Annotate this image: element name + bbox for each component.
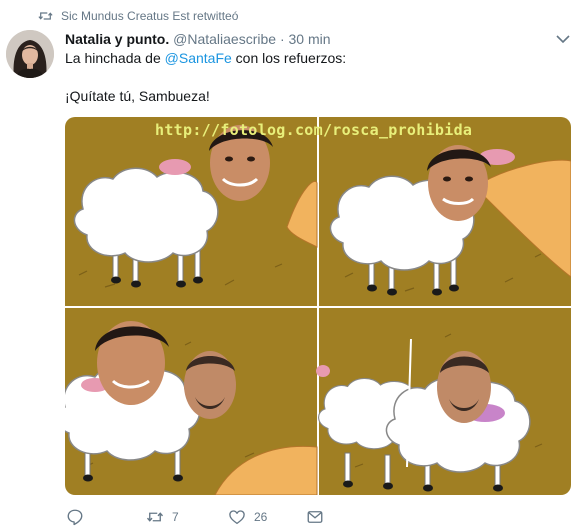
header-separator: · <box>279 31 285 47</box>
retweet-context-text[interactable]: Sic Mundus Creatus Est retwitteó <box>61 9 238 23</box>
tweet-text-prefix: La hinchada de <box>65 50 165 66</box>
retweet-icon <box>38 12 53 20</box>
mail-icon <box>307 511 323 523</box>
tweet-media[interactable]: http://fotolog.com/rosca_prohibida <box>65 117 571 495</box>
meme-image <box>65 117 571 495</box>
tweet-timestamp[interactable]: 30 min <box>289 31 331 47</box>
retweet-context: Sic Mundus Creatus Est retwitteó <box>38 8 238 24</box>
retweet-count: 7 <box>172 510 179 524</box>
like-button[interactable]: 26 <box>228 508 267 526</box>
tweet-actions: 7 26 <box>66 508 582 528</box>
reply-icon <box>67 509 83 526</box>
reply-button[interactable] <box>66 508 92 526</box>
author-name[interactable]: Natalia y punto. <box>65 31 169 47</box>
retweet-icon <box>146 512 164 522</box>
tweet-text: La hinchada de @SantaFe con los refuerzo… <box>65 49 565 106</box>
retweet-button[interactable]: 7 <box>146 508 179 526</box>
media-watermark: http://fotolog.com/rosca_prohibida <box>155 121 473 139</box>
tweet-text-suffix: con los refuerzos: <box>231 50 347 66</box>
tweet-header: Natalia y punto. @Nataliaescribe · 30 mi… <box>65 30 552 48</box>
avatar[interactable] <box>6 30 54 78</box>
tweet-text-line2: ¡Quítate tú, Sambueza! <box>65 88 210 104</box>
heart-icon <box>229 510 245 525</box>
chevron-down-icon[interactable] <box>556 34 570 44</box>
author-handle[interactable]: @Nataliaescribe <box>173 31 276 47</box>
mention-link[interactable]: @SantaFe <box>165 50 232 66</box>
tweet-text-line1: La hinchada de @SantaFe con los refuerzo… <box>65 49 565 68</box>
like-count: 26 <box>254 510 268 524</box>
direct-message-button[interactable] <box>306 508 332 526</box>
